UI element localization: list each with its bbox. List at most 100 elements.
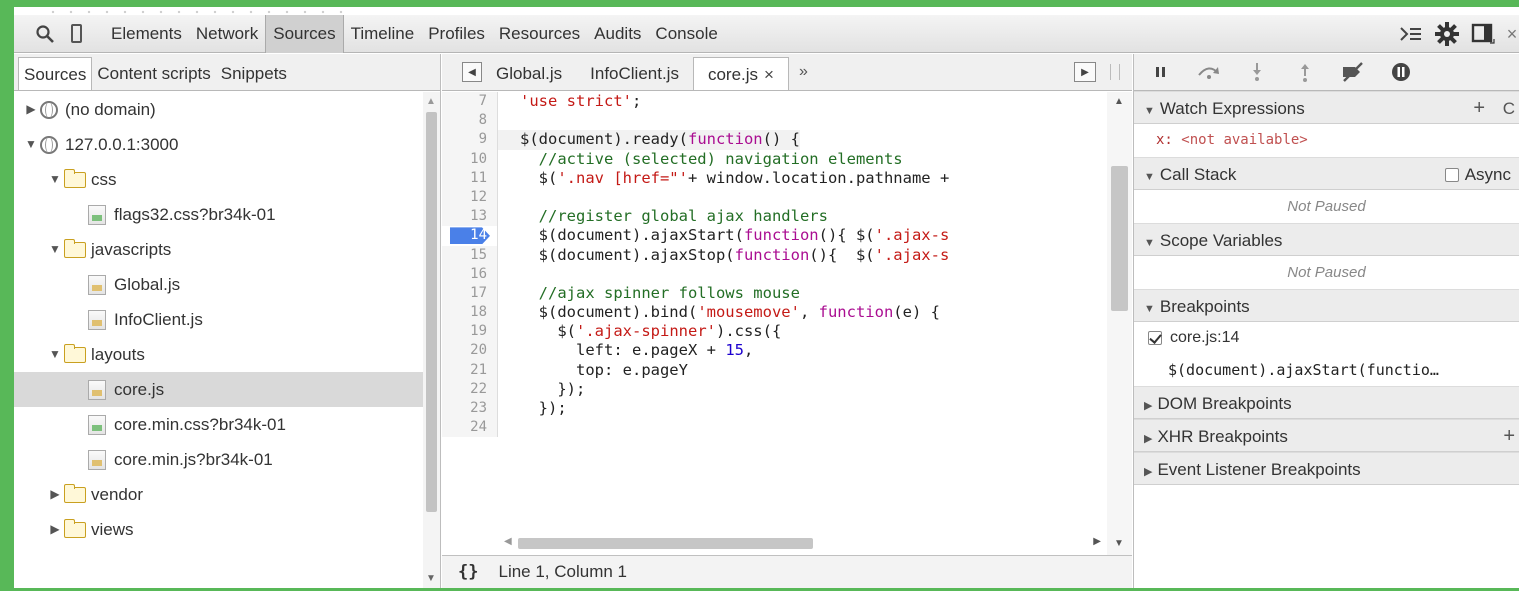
close-icon[interactable]: × (1505, 20, 1519, 48)
line-number[interactable]: 17 (442, 283, 498, 304)
console-drawer-icon[interactable] (1397, 20, 1425, 48)
dom-breakpoints-header[interactable]: ▶ DOM Breakpoints (1134, 386, 1519, 419)
tab-sources[interactable]: Sources (265, 14, 344, 53)
event-listener-breakpoints-header[interactable]: ▶ Event Listener Breakpoints (1134, 452, 1519, 485)
line-number[interactable]: 9 (442, 130, 498, 150)
code-line[interactable]: 9 $(document).ready(function() { (442, 130, 1107, 150)
tree-item[interactable]: Global.js (14, 267, 424, 302)
line-number[interactable]: 11 (442, 168, 498, 188)
code-line[interactable]: 24 (442, 418, 1107, 438)
tab-resources[interactable]: Resources (492, 15, 587, 53)
tree-item[interactable]: core.js (14, 372, 424, 407)
tree-item[interactable]: ▼ 127.0.0.1:3000 (14, 127, 424, 162)
code-line[interactable]: 20 left: e.pageX + 15, (442, 341, 1107, 361)
watch-expressions-header[interactable]: ▼ Watch Expressions + C (1134, 91, 1519, 124)
expanded-icon[interactable]: ▼ (48, 337, 62, 372)
scope-variables-header[interactable]: ▼ Scope Variables (1134, 223, 1519, 256)
tab-elements[interactable]: Elements (104, 15, 189, 53)
line-number[interactable]: 7 (442, 92, 498, 112)
expanded-icon[interactable]: ▼ (48, 232, 62, 267)
code-line[interactable]: 19 $('.ajax-spinner').css({ (442, 322, 1107, 342)
line-number[interactable]: 16 (442, 264, 498, 284)
tree-item[interactable]: ▶ views (14, 512, 424, 547)
scroll-down-icon[interactable]: ▼ (1114, 538, 1124, 549)
code-line[interactable]: 18 $(document).bind('mousemove', functio… (442, 303, 1107, 323)
collapsed-icon[interactable]: ▶ (24, 92, 38, 127)
navigator-tab-snippets[interactable]: Snippets (216, 57, 292, 90)
add-watch-button[interactable]: + (1473, 92, 1485, 125)
navigator-tab-content-scripts[interactable]: Content scripts (92, 57, 215, 90)
tab-timeline[interactable]: Timeline (344, 15, 422, 53)
scroll-thumb[interactable] (1111, 166, 1128, 311)
call-stack-header[interactable]: ▼ Call Stack Async (1134, 157, 1519, 190)
line-number[interactable]: 18 (442, 303, 498, 323)
navigator-scrollbar[interactable]: ▲ ▼ (423, 92, 440, 588)
code-line[interactable]: 8 (442, 111, 1107, 131)
code-line[interactable]: 21 top: e.pageY (442, 360, 1107, 380)
tree-item[interactable]: InfoClient.js (14, 302, 424, 337)
tree-item[interactable]: flags32.css?br34k-01 (14, 197, 424, 232)
tree-item[interactable]: ▼ layouts (14, 337, 424, 372)
deactivate-breakpoints-icon[interactable] (1340, 59, 1366, 85)
tree-item[interactable]: ▼ javascripts (14, 232, 424, 267)
line-number[interactable]: 23 (442, 399, 498, 419)
device-mode-icon[interactable] (66, 20, 86, 48)
editor-tab-infoclient-js[interactable]: InfoClient.js (576, 57, 693, 90)
tree-item[interactable]: ▶ vendor (14, 477, 424, 512)
resize-grip-icon[interactable] (1110, 64, 1120, 80)
watch-expression-row[interactable]: x: <not available> (1134, 124, 1519, 157)
close-tab-icon[interactable]: × (764, 65, 774, 84)
tab-profiles[interactable]: Profiles (421, 15, 492, 53)
more-tabs-icon[interactable]: » (799, 63, 808, 81)
tree-item[interactable]: core.min.css?br34k-01 (14, 407, 424, 442)
scroll-up-icon[interactable]: ▲ (1114, 96, 1124, 107)
pause-icon[interactable] (1148, 59, 1174, 85)
async-checkbox[interactable] (1444, 167, 1459, 182)
editor-tab-core-js[interactable]: core.js × (692, 57, 789, 90)
breakpoint-line-number[interactable]: 14 (442, 226, 498, 246)
expanded-icon[interactable]: ▼ (48, 162, 62, 197)
xhr-breakpoints-header[interactable]: ▶ XHR Breakpoints + (1134, 419, 1519, 452)
code-area[interactable]: 7 'use strict'; 8 9 $(document).ready(functi… (442, 92, 1107, 555)
pause-on-exceptions-icon[interactable] (1388, 59, 1414, 85)
add-xhr-breakpoint-button[interactable]: + (1503, 420, 1515, 453)
scroll-down-icon[interactable]: ▼ (426, 573, 436, 584)
gear-icon[interactable] (1433, 20, 1461, 48)
line-number[interactable]: 21 (442, 360, 498, 380)
code-line[interactable]: 15 $(document).ajaxStop(function(){ $('.… (442, 245, 1107, 265)
code-line[interactable]: 22 }); (442, 379, 1107, 399)
tab-network[interactable]: Network (189, 15, 265, 53)
dock-icon[interactable] (1469, 20, 1497, 48)
expanded-icon[interactable]: ▼ (24, 127, 38, 162)
code-line[interactable]: 12 (442, 187, 1107, 208)
line-number[interactable]: 19 (442, 322, 498, 342)
tree-item[interactable]: ▶ (no domain) (14, 92, 424, 127)
tab-audits[interactable]: Audits (587, 15, 648, 53)
search-icon[interactable] (32, 20, 58, 48)
collapsed-icon[interactable]: ▶ (48, 477, 62, 512)
line-number[interactable]: 20 (442, 341, 498, 361)
editor-tab-global-js[interactable]: Global.js (482, 57, 576, 90)
scroll-up-icon[interactable]: ▲ (426, 96, 436, 107)
tree-item[interactable]: ▼ css (14, 162, 424, 197)
code-line[interactable]: 11 $('.nav [href="'+ window.location.pat… (442, 168, 1107, 188)
refresh-watch-button[interactable]: C (1503, 92, 1515, 125)
code-line[interactable]: 17 //ajax spinner follows mouse (442, 283, 1107, 304)
breakpoint-checkbox[interactable] (1148, 331, 1162, 345)
breakpoint-code[interactable]: $(document).ajaxStart(functio… (1134, 354, 1519, 386)
breakpoint-item[interactable]: core.js:14 (1134, 322, 1519, 354)
line-number[interactable]: 12 (442, 187, 498, 208)
tab-console[interactable]: Console (648, 15, 724, 53)
code-line[interactable]: 23 }); (442, 399, 1107, 419)
editor-vertical-scrollbar[interactable]: ▲ ▼ (1107, 92, 1132, 555)
code-line[interactable]: 16 (442, 264, 1107, 284)
scroll-right-icon[interactable]: ▶ (1093, 536, 1101, 547)
breakpoints-header[interactable]: ▼ Breakpoints (1134, 289, 1519, 322)
scroll-thumb[interactable] (426, 112, 437, 512)
line-number[interactable]: 13 (442, 207, 498, 227)
async-toggle[interactable]: Async (1444, 158, 1511, 191)
scroll-left-icon[interactable]: ◀ (504, 536, 512, 547)
navigator-tab-sources[interactable]: Sources (18, 57, 93, 90)
code-line[interactable]: 10 //active (selected) navigation elemen… (442, 149, 1107, 169)
tree-item[interactable]: core.min.js?br34k-01 (14, 442, 424, 477)
